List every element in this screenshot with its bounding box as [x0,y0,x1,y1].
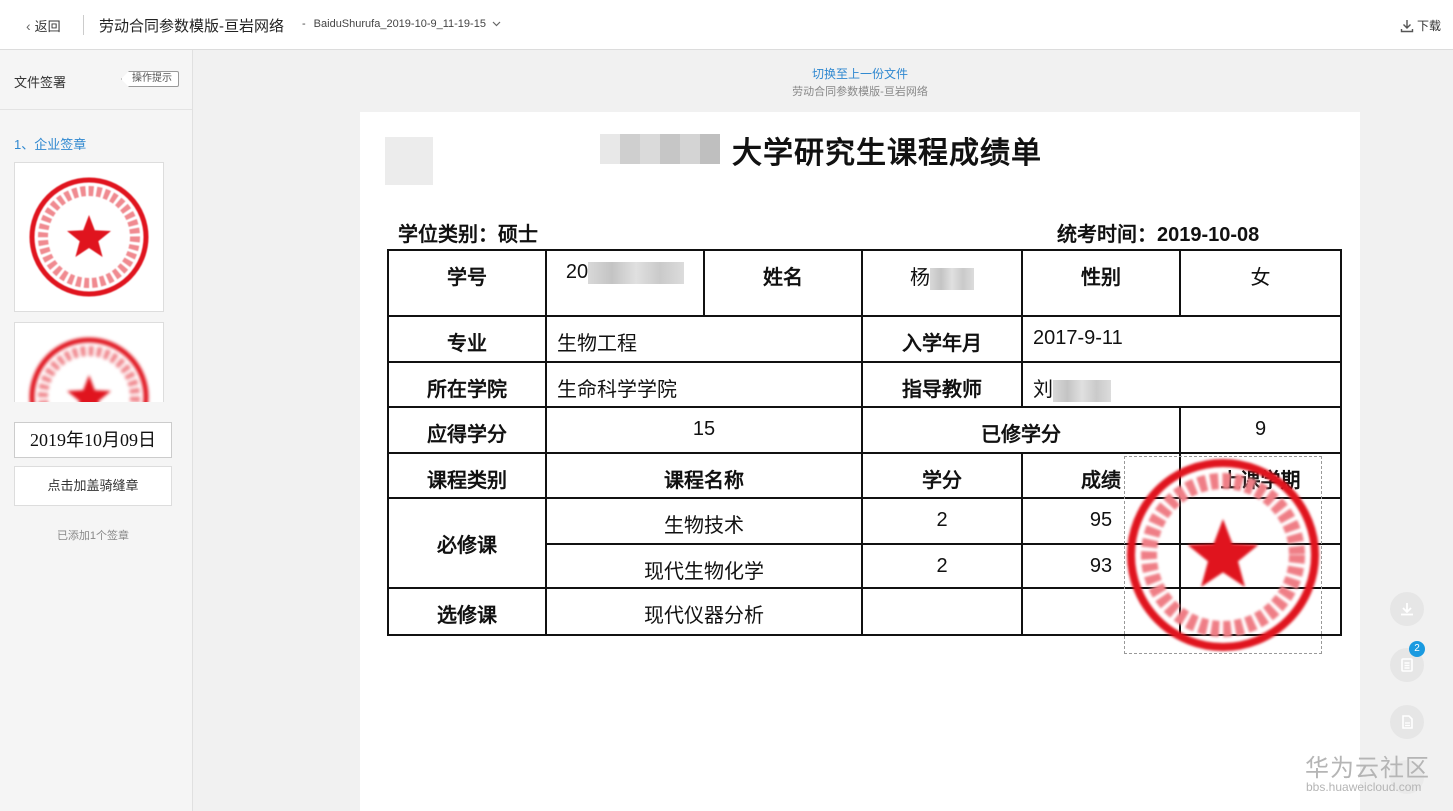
table-row: 应得学分 15 已修学分 9 [387,406,1342,454]
top-bar: ‹ 返回 劳动合同参数模版-亘岩网络 - BaiduShurufa_2019-1… [0,0,1453,50]
file-selector[interactable]: - BaiduShurufa_2019-10-9_11-19-15 [302,18,501,30]
course-group-required: 必修课 [387,497,547,589]
earned-credits-label: 已修学分 [861,406,1181,454]
enroll-label: 入学年月 [861,315,1023,363]
download-button[interactable]: 下载 [1400,17,1441,34]
exam-date: 统考时间：2019-10-08 [1057,224,1260,246]
seal-stamp-icon [1127,459,1319,651]
notification-badge: 2 [1409,641,1425,657]
download-label: 下载 [1416,19,1441,33]
sidebar-title: 文件签署 [14,75,67,90]
download-icon [1400,19,1414,32]
placed-seal[interactable] [1124,456,1322,654]
sign-sidebar: 文件签署 操作提示 1、企业签章 2019年10月09日 点击加盖骑缝章 已添加… [0,50,193,811]
course-group-elective: 选修课 [387,587,547,636]
major-label: 专业 [387,315,547,363]
table-row: 所在学院 生命科学学院 指导教师 刘 [387,361,1342,408]
course-header: 课程类别 [387,452,547,499]
gender-label: 性别 [1021,249,1181,317]
course-name: 生物技术 [545,497,863,545]
download-icon [1401,603,1413,616]
major-value: 生物工程 [545,315,863,363]
course-credit: 2 [861,543,1023,589]
university-name-redacted [600,134,720,164]
college-label: 所在学院 [387,361,547,408]
name-label: 姓名 [703,249,863,317]
course-credit [861,587,1023,636]
watermark-url: bbs.huaweicloud.com [1306,780,1422,794]
university-logo-redacted [385,137,433,185]
back-button[interactable]: ‹ 返回 [26,16,61,35]
operation-hint-button[interactable]: 操作提示 [121,71,179,87]
advisor-value: 刘 [1021,361,1342,408]
redacted-block [930,267,974,290]
table-row: 专业 生物工程 入学年月 2017-9-11 [387,315,1342,363]
float-document-button[interactable] [1390,705,1424,739]
previous-file-name: 劳动合同参数模版-亘岩网络 [792,86,928,98]
back-label: 返回 [34,19,61,34]
chevron-left-icon: ‹ [26,17,31,34]
course-name: 现代仪器分析 [545,587,863,636]
college-value: 生命科学学院 [545,361,863,408]
add-seam-seal-button[interactable]: 点击加盖骑缝章 [14,466,172,506]
seal-card[interactable] [14,162,164,312]
course-credit: 2 [861,497,1023,545]
student-id-label: 学号 [387,249,547,317]
required-credits-value: 15 [545,406,863,454]
file-icon [1402,715,1413,729]
sign-date-field[interactable]: 2019年10月09日 [14,422,172,458]
degree-type: 学位类别：硕士 [398,224,538,246]
document-list-icon [1401,658,1413,672]
required-credits-label: 应得学分 [387,406,547,454]
course-header: 学分 [861,452,1023,499]
redacted-block [1053,379,1111,402]
earned-credits-value: 9 [1179,406,1342,454]
redacted-block [588,261,685,284]
course-name: 现代生物化学 [545,543,863,589]
enroll-value: 2017-9-11 [1021,315,1342,363]
added-seal-count: 已添加1个签章 [56,530,130,542]
sidebar-header: 文件签署 操作提示 [0,50,192,110]
section-label-enterprise-seal: 1、企业签章 [14,137,87,152]
float-download-button[interactable] [1390,592,1424,626]
document-title: 劳动合同参数模版-亘岩网络 [99,18,284,35]
chevron-down-icon [492,21,501,27]
watermark-text: 华为云社区 [1305,755,1430,782]
seal-stamp-icon [29,337,149,402]
table-row: 学号 20 姓名 杨 性别 女 [387,249,1342,317]
advisor-label: 指导教师 [861,361,1023,408]
seal-stamp-icon [29,177,149,297]
seal-card[interactable] [14,322,164,402]
course-header: 课程名称 [545,452,863,499]
divider [83,15,84,35]
file-name: BaiduShurufa_2019-10-9_11-19-15 [313,18,486,30]
switch-previous-file-link[interactable]: 切换至上一份文件 [800,65,920,82]
student-id-value: 20 [545,249,705,317]
seal-list [14,162,174,402]
gender-value: 女 [1179,249,1342,317]
document-title-heading: 大学研究生课程成绩单 [732,136,1042,171]
name-value: 杨 [861,249,1023,317]
